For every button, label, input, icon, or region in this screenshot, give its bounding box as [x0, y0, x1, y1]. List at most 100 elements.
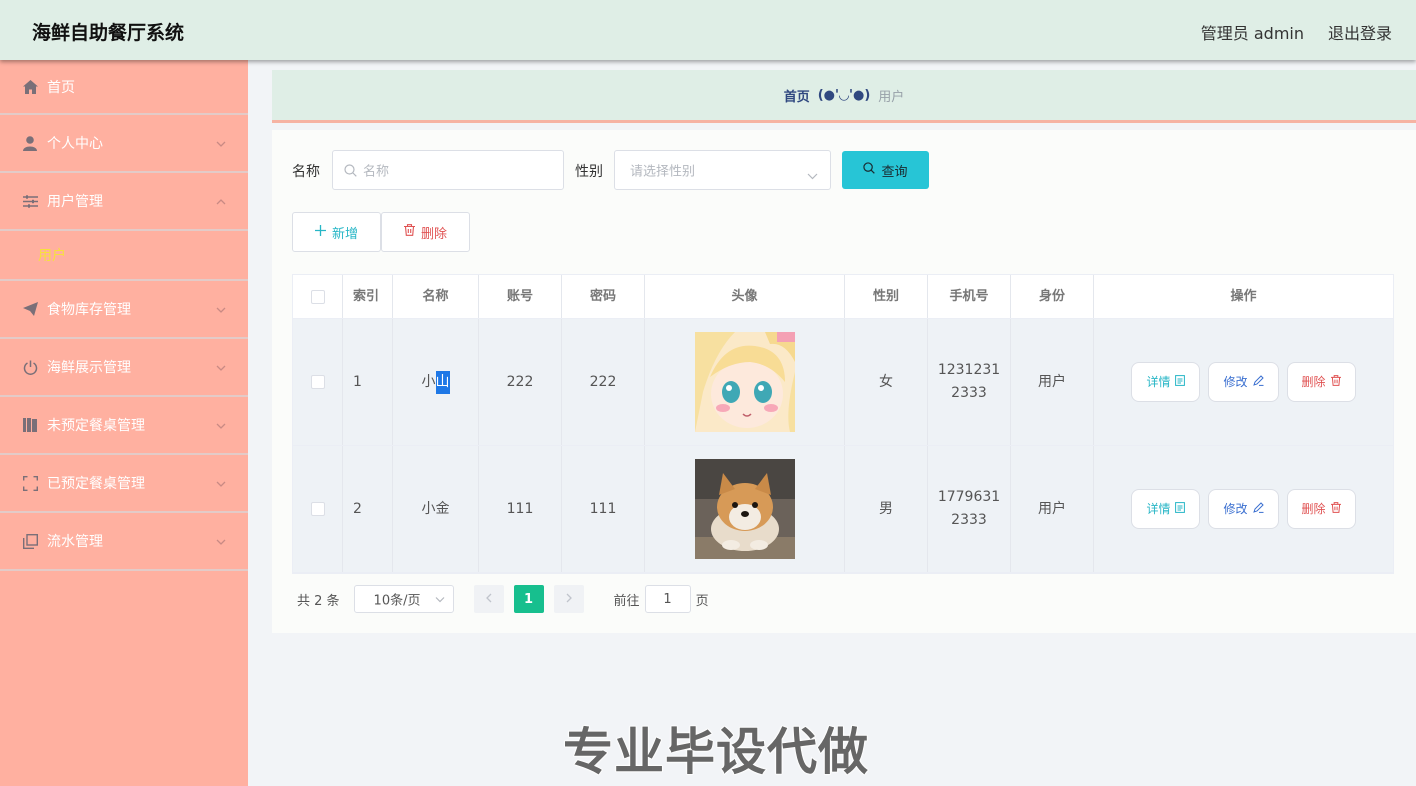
main-panel: 名称 名称 性别 请选择性别 查询 新增 删除 索引 名称 账号 密码 头像 性… [272, 130, 1416, 633]
pencil-icon [1252, 498, 1264, 521]
user-icon [22, 135, 38, 151]
breadcrumb-separator: (●'◡'●) [817, 87, 871, 103]
chevron-down-icon [216, 417, 226, 433]
gender-cell: 男 [845, 446, 928, 572]
goto-page-value: 1 [663, 591, 672, 607]
sidebar-item-unreserved-tables[interactable]: 未预定餐桌管理 [0, 397, 248, 455]
password-cell: 111 [562, 446, 645, 572]
detail-button[interactable]: 详情 [1131, 362, 1201, 402]
role-cell: 用户 [1011, 446, 1094, 572]
phone-text: 17796312333 [937, 489, 1001, 528]
anime-girl-avatar [694, 332, 795, 432]
gender-select[interactable]: 请选择性别 [614, 150, 831, 190]
sidebar-item-label: 首页 [47, 79, 75, 96]
chevron-down-icon [216, 533, 226, 549]
batch-delete-button[interactable]: 删除 [381, 212, 470, 252]
index-cell: 1 [343, 319, 393, 445]
edit-button[interactable]: 修改 [1208, 489, 1279, 529]
chevron-down-icon [435, 592, 445, 607]
power-icon [22, 359, 38, 375]
query-button[interactable]: 查询 [842, 151, 929, 189]
page-number-current[interactable]: 1 [513, 585, 544, 613]
page-size-value: 10条/页 [373, 593, 421, 609]
sidebar-subitem-users[interactable]: 用户 [0, 231, 248, 281]
pencil-icon [1252, 371, 1264, 394]
send-icon [22, 301, 38, 317]
sidebar-item-transactions[interactable]: 流水管理 [0, 513, 248, 571]
select-all-cell [293, 275, 343, 318]
phone-text: 12312312333 [937, 362, 1001, 401]
sidebar-item-label: 未预定餐桌管理 [47, 418, 145, 434]
document-icon [1175, 498, 1186, 521]
column-header: 头像 [645, 275, 845, 318]
edit-button[interactable]: 修改 [1208, 362, 1279, 402]
detail-button[interactable]: 详情 [1131, 489, 1201, 529]
search-icon [863, 162, 876, 178]
sidebar-item-personal-center[interactable]: 个人中心 [0, 115, 248, 173]
trash-icon [1330, 371, 1341, 394]
name-filter-label: 名称 [292, 164, 320, 180]
chevron-right-icon [566, 592, 572, 607]
sidebar-item-food-inventory[interactable]: 食物库存管理 [0, 281, 248, 339]
delete-label: 删除 [1301, 374, 1326, 389]
document-icon [1175, 371, 1186, 394]
sidebar: 首页 个人中心 用户管理 用户 食物库存管理 海鲜展示管理 未预定餐桌管理 已预… [0, 60, 248, 786]
breadcrumb-home-link[interactable]: 首页 [784, 86, 810, 105]
total-count: 共 2 条 [297, 593, 340, 609]
column-header: 账号 [479, 275, 562, 318]
sidebar-item-reserved-tables[interactable]: 已预定餐桌管理 [0, 455, 248, 513]
delete-button[interactable]: 删除 [1286, 489, 1356, 529]
delete-label: 删除 [1301, 501, 1326, 516]
breadcrumb: 首页 (●'◡'●) 用户 [272, 70, 1416, 120]
watermark-text: 专业毕设代做 [562, 722, 869, 782]
home-icon [22, 79, 38, 95]
sidebar-item-label: 用户管理 [47, 194, 103, 210]
table-row: 1 小山 222 222 女 12312312333 用户 详情 修改 删除 [293, 319, 1393, 446]
trash-icon [1330, 498, 1341, 521]
admin-user-label: 管理员 admin [1200, 24, 1304, 43]
add-button[interactable]: 新增 [292, 212, 381, 252]
sidebar-item-label: 已预定餐桌管理 [47, 476, 145, 492]
column-header: 身份 [1011, 275, 1094, 318]
row-select-cell [293, 446, 343, 572]
search-icon [344, 164, 357, 181]
goto-prefix: 前往 [613, 593, 640, 609]
password-cell: 222 [562, 319, 645, 445]
goto-page-input[interactable]: 1 [644, 585, 691, 613]
app-title: 海鲜自助餐厅系统 [32, 22, 185, 44]
row-checkbox[interactable] [310, 375, 325, 389]
sidebar-item-user-management[interactable]: 用户管理 [0, 173, 248, 231]
page-size-select[interactable]: 10条/页 [353, 585, 454, 613]
delete-button[interactable]: 删除 [1286, 362, 1356, 402]
users-table: 索引 名称 账号 密码 头像 性别 手机号 身份 操作 1 小山 222 222 [292, 274, 1394, 574]
chevron-down-icon [807, 168, 818, 184]
sidebar-item-seafood-display[interactable]: 海鲜展示管理 [0, 339, 248, 397]
account-cell: 111 [479, 446, 562, 572]
chevron-down-icon [216, 359, 226, 375]
sidebar-item-label: 食物库存管理 [47, 302, 131, 318]
goto-suffix: 页 [695, 593, 709, 609]
name-selected-text: 山 [435, 370, 450, 394]
row-checkbox[interactable] [310, 502, 325, 516]
shiba-dog-avatar [694, 459, 795, 559]
column-header: 性别 [845, 275, 928, 318]
next-page-button[interactable] [553, 585, 584, 613]
sidebar-item-label: 个人中心 [47, 136, 103, 152]
plus-icon [314, 224, 326, 240]
name-search-input[interactable]: 名称 [332, 150, 564, 190]
column-header: 操作 [1230, 289, 1257, 304]
pagination: 共 2 条 10条/页 1 前往 1 页 [297, 585, 709, 613]
avatar-cell [645, 446, 845, 572]
sidebar-item-home[interactable]: 首页 [0, 60, 248, 115]
prev-page-button[interactable] [473, 585, 504, 613]
select-all-checkbox[interactable] [310, 289, 325, 304]
edit-label: 修改 [1223, 374, 1248, 389]
phone-cell: 12312312333 [928, 319, 1011, 445]
logout-link[interactable]: 退出登录 [1328, 20, 1392, 44]
name-cell: 小山 [393, 319, 479, 445]
avatar-cell [645, 319, 845, 445]
copy-icon [22, 533, 38, 549]
gender-select-placeholder: 请选择性别 [630, 164, 696, 180]
row-select-cell [293, 319, 343, 445]
actions-cell: 详情 修改 删除 [1094, 319, 1393, 445]
